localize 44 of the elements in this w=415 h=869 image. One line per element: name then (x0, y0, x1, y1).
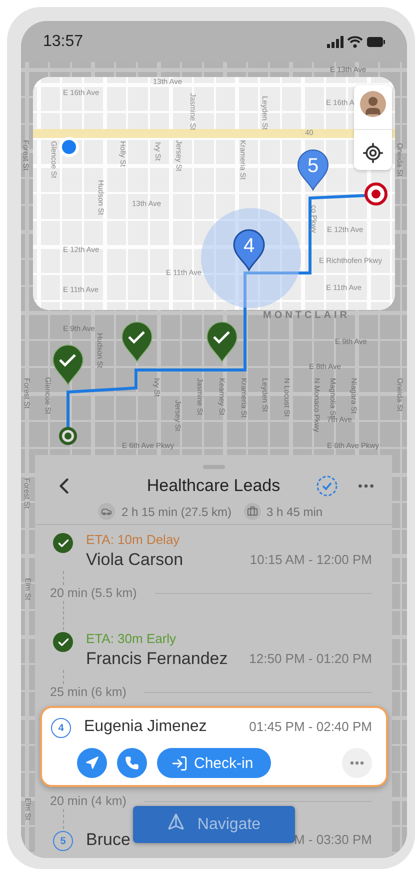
time-window: 01:45 PM - 02:40 PM (249, 716, 372, 738)
customer-name: Eugenia Jimenez (84, 717, 208, 737)
check-icon (53, 632, 73, 652)
status-icons (327, 36, 385, 48)
sync-check-icon[interactable] (316, 475, 338, 497)
enter-icon (171, 754, 188, 772)
check-pin-icon[interactable] (122, 322, 152, 362)
time-window: 10:15 AM - 12:00 PM (250, 549, 372, 571)
numbered-pin[interactable]: 5 (298, 150, 328, 190)
stop-card[interactable]: 4 Eugenia Jimenez 01:45 PM - 02:40 PM Check-in (40, 706, 388, 787)
more-button[interactable] (342, 748, 372, 778)
numbered-pin[interactable]: 4 (233, 229, 265, 271)
avatar[interactable] (360, 91, 386, 117)
check-icon (53, 533, 73, 553)
phone-icon (125, 756, 139, 770)
check-in-button[interactable]: Check-in (157, 748, 272, 778)
phone-button[interactable] (117, 748, 147, 778)
more-icon (350, 761, 364, 765)
time-window: 12:50 PM - 01:20 PM (249, 648, 372, 670)
status-time: 13:57 (43, 32, 84, 50)
navigation-button[interactable] (77, 748, 107, 778)
car-icon (98, 503, 116, 520)
travel-time: 20 min (4 km) (50, 794, 126, 808)
check-pin-icon[interactable] (52, 344, 84, 386)
time-window: M - 03:30 PM (294, 829, 372, 851)
locate-icon[interactable] (362, 142, 384, 164)
street-label: MONTCLAIR (263, 311, 350, 321)
travel-time: 25 min (6 km) (50, 685, 126, 699)
customer-name: Francis Fernandez (86, 648, 229, 670)
briefcase-icon (244, 503, 260, 520)
stop-number: 4 (51, 718, 71, 738)
drive-summary: 2 h 15 min (27.5 km) (121, 504, 232, 518)
start-marker-icon (59, 427, 77, 445)
eta-text: ETA: 30m Early (86, 630, 178, 648)
navigate-button[interactable]: Navigate (133, 806, 295, 843)
check-pin-icon[interactable] (206, 322, 238, 362)
stop-number: 5 (53, 831, 73, 851)
route-title: Healthcare Leads (146, 476, 280, 496)
eta-text: ETA: 10m Delay (86, 531, 181, 549)
travel-time: 20 min (5.5 km) (50, 586, 137, 600)
customer-name: Viola Carson (86, 549, 184, 571)
navigation-arrow-icon (85, 756, 99, 770)
customer-name: Bruce (86, 829, 132, 851)
work-summary: 3 h 45 min (266, 504, 323, 518)
